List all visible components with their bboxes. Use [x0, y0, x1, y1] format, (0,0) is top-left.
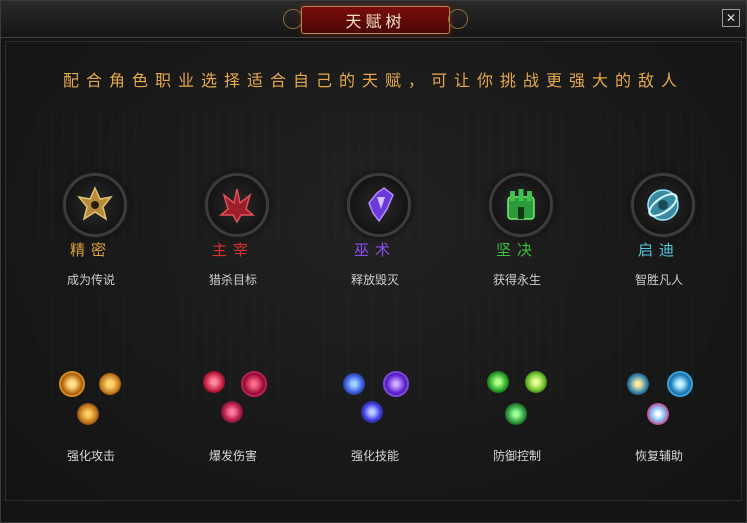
talent-column-precision: 精密 成为传说 强化攻击: [21, 111, 161, 491]
talent-column-sorcery: 巫术 释放毁灭 强化技能: [305, 111, 445, 491]
subtitle: 配合角色职业选择适合自己的天赋，可让你挑战更强大的敌人: [62, 71, 684, 90]
talent-desc: 智胜凡人: [634, 273, 683, 287]
blood-spiral-icon: [221, 401, 243, 423]
blood-strike-icon: [203, 371, 225, 393]
skill-icons-domination[interactable]: [201, 369, 267, 429]
leaf-shield-icon: [487, 371, 509, 393]
orbit-crest-icon: [647, 189, 679, 221]
skill-label: 强化攻击: [66, 449, 115, 463]
spiked-crest-icon: [77, 186, 113, 221]
talent-column-domination: 主宰 猎杀目标 爆发伤害: [163, 111, 303, 491]
talent-desc: 猎杀目标: [208, 273, 257, 287]
prism-orb-icon: [647, 403, 669, 425]
crystal-crest-icon: [368, 187, 394, 223]
skill-icons-inspiration[interactable]: [627, 369, 693, 429]
talent-column-resolve: 坚决 获得永生 防御控制: [447, 111, 587, 491]
talent-emblem-sorcery[interactable]: [347, 173, 411, 237]
talent-emblem-domination[interactable]: [205, 173, 269, 237]
skill-label: 爆发伤害: [208, 449, 257, 463]
nature-burst-icon: [525, 371, 547, 393]
skill-icons-precision[interactable]: [59, 369, 125, 429]
skill-icons-resolve[interactable]: [485, 369, 551, 429]
flame-rune-icon: [99, 373, 121, 395]
vine-guard-icon: [505, 403, 527, 425]
arcane-bolt-icon: [343, 373, 365, 395]
talent-tree-window: 天赋树 ✕ 配合角色职业选择适合自己的天赋，可让你挑战更强大的敌人 精密 成为传…: [0, 0, 747, 523]
blood-orb-icon: [241, 371, 267, 397]
talent-column-inspiration: 启迪 智胜凡人 恢复辅助: [589, 111, 729, 491]
talent-emblem-resolve[interactable]: [489, 173, 553, 237]
close-button[interactable]: ✕: [722, 9, 740, 27]
arcane-comet-icon: [361, 401, 383, 423]
sun-rune-icon: [59, 371, 85, 397]
skill-label: 强化技能: [350, 449, 399, 463]
axe-rune-icon: [77, 403, 99, 425]
talent-name: 启迪: [637, 241, 680, 259]
talent-name: 坚决: [495, 241, 538, 259]
talent-name: 主宰: [211, 241, 254, 259]
title-bar: 天赋树 ✕: [1, 1, 746, 38]
talent-emblem-inspiration[interactable]: [631, 173, 695, 237]
title-plate: 天赋树: [301, 6, 450, 34]
title-ornament-right: [448, 9, 468, 29]
skill-icons-sorcery[interactable]: [343, 369, 409, 429]
talent-desc: 释放毁灭: [350, 273, 399, 287]
title-ornament-left: [283, 9, 303, 29]
talent-emblem-precision[interactable]: [63, 173, 127, 237]
talent-desc: 成为传说: [66, 273, 115, 287]
star-gem-icon: [667, 371, 693, 397]
arcane-orb-icon: [383, 371, 409, 397]
window-title: 天赋树: [345, 12, 406, 31]
tome-icon: [627, 373, 649, 395]
claw-crest-icon: [218, 188, 256, 224]
fortress-crest-icon: [507, 189, 535, 220]
talent-name: 巫术: [353, 241, 396, 259]
talent-name: 精密: [69, 241, 112, 259]
talent-desc: 获得永生: [492, 273, 541, 287]
skill-label: 防御控制: [492, 449, 541, 463]
skill-label: 恢复辅助: [634, 449, 683, 463]
